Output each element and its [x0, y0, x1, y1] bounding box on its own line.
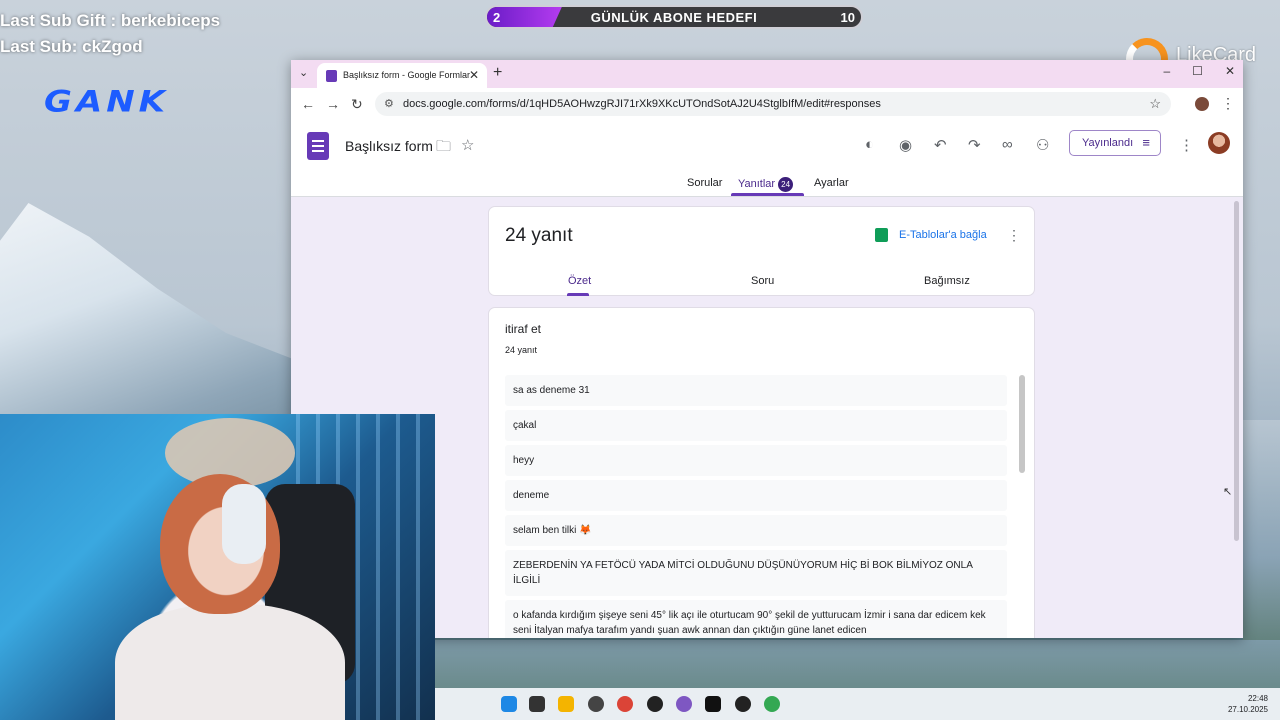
answer-item: o kafanda kırdığım şişeye seni 45° lik a…: [505, 600, 1007, 638]
question-response-count: 24 yanıt: [505, 345, 538, 355]
new-tab-icon[interactable]: +: [493, 64, 502, 82]
page-scrollbar[interactable]: [1234, 201, 1239, 541]
tab-questions[interactable]: Sorular: [687, 177, 722, 189]
undo-icon[interactable]: ↶: [934, 136, 947, 154]
taskbar: 22:48 27.10.2025: [435, 688, 1280, 720]
g-app-icon[interactable]: [735, 696, 751, 712]
link-icon[interactable]: ∞: [1002, 136, 1013, 153]
preview-eye-icon[interactable]: ◉: [899, 136, 912, 154]
tune-icon: ≡: [1142, 135, 1150, 150]
active-tab-indicator: [731, 193, 804, 196]
browser-profile-avatar[interactable]: [1195, 97, 1209, 111]
last-sub-gift-text: Last Sub Gift : berkebiceps: [0, 11, 221, 30]
responses-summary-card: 24 yanıt E-Tablolar'a bağla ⋮ Özet Soru …: [488, 206, 1035, 296]
last-sub-text: Last Sub: ckZgod: [0, 37, 143, 56]
gank-logo: GANK: [44, 85, 170, 119]
question-summary-card: itiraf et 24 yanıt sa as deneme 31 çakal h…: [488, 307, 1035, 638]
subtab-question[interactable]: Soru: [751, 275, 774, 287]
tab-close-icon[interactable]: ✕: [469, 68, 479, 82]
system-clock[interactable]: 22:48 27.10.2025: [1228, 693, 1268, 715]
publish-button[interactable]: Yayınlandı ≡: [1069, 130, 1161, 156]
form-tabs: Sorular Yanıtlar 24 Ayarlar: [291, 172, 1243, 196]
account-avatar[interactable]: [1208, 132, 1230, 154]
url-field[interactable]: ⚙ docs.google.com/forms/d/1qHD5AOHwzgRJI…: [375, 92, 1171, 116]
discord-icon[interactable]: [676, 696, 692, 712]
subtab-individual[interactable]: Bağımsız: [924, 275, 970, 287]
goal-target: 10: [840, 10, 855, 25]
tab-settings[interactable]: Ayarlar: [814, 177, 849, 189]
browser-menu-icon[interactable]: ⋮: [1221, 95, 1235, 112]
redo-icon[interactable]: ↷: [968, 136, 981, 154]
tab-title: Başlıksız form - Google Formlar: [343, 70, 471, 80]
palette-icon[interactable]: ◐: [865, 136, 874, 153]
webcam-overlay: [0, 414, 435, 720]
answer-list-scrollbar[interactable]: [1019, 375, 1025, 473]
publish-label: Yayınlandı: [1082, 137, 1134, 149]
bookmark-star-icon[interactable]: ☆: [1149, 96, 1161, 112]
answer-item: çakal: [505, 410, 1007, 441]
mountain-scenery: [0, 203, 340, 450]
right-scenery: [1243, 420, 1280, 650]
clock-date: 27.10.2025: [1227, 705, 1268, 714]
streamer-body: [115, 604, 345, 720]
goal-title: GÜNLÜK ABONE HEDEFI: [590, 10, 758, 25]
maximize-icon[interactable]: ☐: [1192, 64, 1203, 78]
g-hub-icon[interactable]: [647, 696, 663, 712]
tab-search-chevron-icon[interactable]: ⌄: [299, 66, 308, 79]
answer-item: sa as deneme 31: [505, 375, 1007, 406]
more-options-icon[interactable]: ⋮: [1179, 136, 1194, 154]
google-forms-logo-icon[interactable]: [307, 132, 329, 160]
chrome-alt-icon[interactable]: [764, 696, 780, 712]
window-controls: – ☐ ✕: [1163, 64, 1235, 78]
address-bar-row: ← → ↻ ⚙ docs.google.com/forms/d/1qHD5AOH…: [291, 88, 1243, 120]
url-text: docs.google.com/forms/d/1qHD5AOHwzgRJI71…: [403, 98, 881, 110]
responses-count-badge: 24: [778, 177, 794, 192]
tab-responses-label: Yanıtlar: [738, 178, 776, 190]
tab-responses[interactable]: Yanıtlar 24: [738, 177, 794, 192]
link-to-sheets-label: E-Tablolar'a bağla: [899, 229, 987, 241]
headset: [222, 484, 266, 564]
answer-item: ZEBERDENİN YA FETÖCÜ YADA MİTCİ OLDUĞUNU…: [505, 550, 1007, 596]
mouse-cursor-icon: ↖: [1223, 486, 1233, 498]
file-explorer-icon[interactable]: [558, 696, 574, 712]
add-collaborator-icon[interactable]: ⚇: [1036, 136, 1049, 154]
subtab-indicator: [567, 293, 589, 296]
folder-icon[interactable]: 🗀: [436, 136, 451, 161]
minimize-icon[interactable]: –: [1163, 64, 1170, 78]
streamlabs-icon[interactable]: [705, 696, 721, 712]
star-icon[interactable]: ☆: [461, 136, 474, 154]
subscriber-goal-bar: 2 GÜNLÜK ABONE HEDEFI 10: [485, 5, 863, 29]
chrome-icon[interactable]: [617, 696, 633, 712]
google-forms-favicon-icon: [326, 70, 337, 82]
sheets-icon: [875, 228, 888, 242]
app-icon[interactable]: [588, 696, 604, 712]
terminal-icon[interactable]: [529, 696, 545, 712]
answer-item: selam ben tilki 🦊: [505, 515, 1007, 546]
question-title: itiraf et: [505, 322, 542, 336]
subtab-summary[interactable]: Özet: [568, 275, 591, 287]
clock-time: 22:48: [1247, 694, 1268, 703]
window-close-icon[interactable]: ✕: [1225, 64, 1235, 78]
browser-tab[interactable]: Başlıksız form - Google Formlar ✕: [317, 63, 487, 88]
answer-item: deneme: [505, 480, 1007, 511]
link-to-sheets-button[interactable]: E-Tablolar'a bağla: [875, 228, 987, 242]
start-windows-icon[interactable]: [501, 696, 517, 712]
forms-header: Başlıksız form 🗀 ☆ ◐ ◉ ↶ ↷ ∞ ⚇ Yayınland…: [291, 120, 1243, 197]
answer-list: sa as deneme 31 çakal heyy deneme selam ben …: [505, 375, 1007, 638]
reload-icon[interactable]: ↻: [351, 96, 363, 113]
back-arrow-icon[interactable]: ←: [301, 96, 315, 112]
forward-arrow-icon[interactable]: →: [326, 96, 340, 112]
form-title[interactable]: Başlıksız form: [345, 138, 433, 154]
site-info-icon[interactable]: ⚙: [384, 97, 394, 110]
answer-item: heyy: [505, 445, 1007, 476]
responses-more-icon[interactable]: ⋮: [1007, 227, 1021, 244]
tab-strip: ⌄ Başlıksız form - Google Formlar ✕ + – …: [291, 60, 1243, 88]
response-count-heading: 24 yanıt: [505, 225, 573, 246]
